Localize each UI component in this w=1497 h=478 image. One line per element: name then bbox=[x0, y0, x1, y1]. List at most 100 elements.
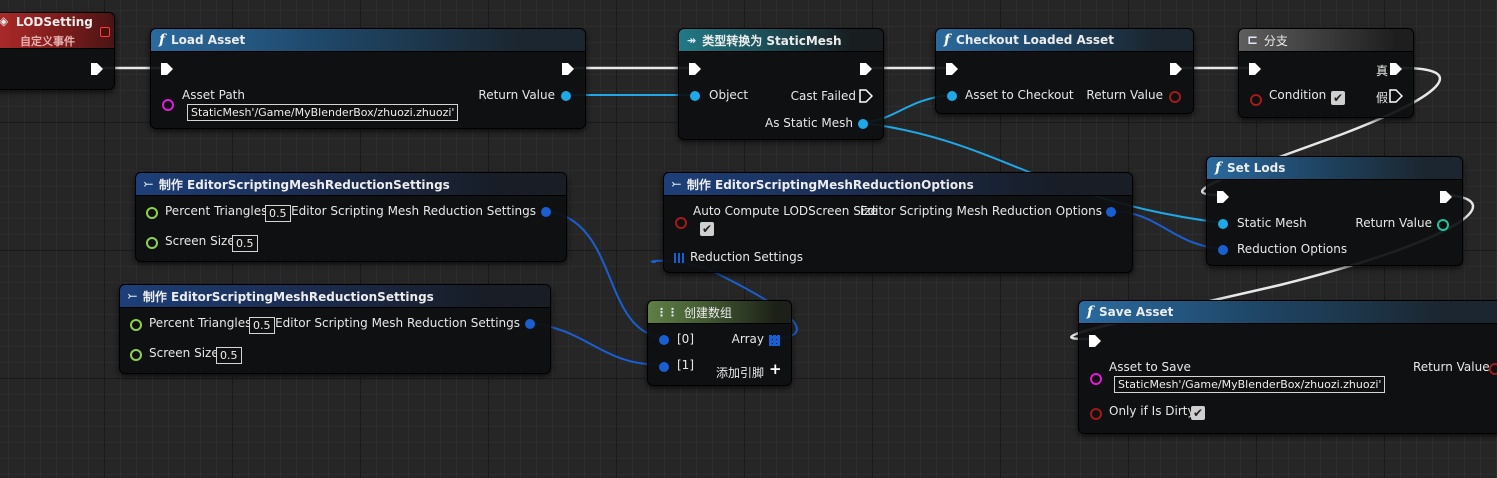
add-pin-label[interactable]: 添加引脚 bbox=[716, 364, 764, 381]
array-output-pin[interactable] bbox=[769, 335, 780, 346]
set-lods-title: Set Lods bbox=[1227, 161, 1286, 175]
return-value-pin[interactable] bbox=[561, 91, 571, 101]
exec-in-pin[interactable] bbox=[945, 62, 959, 76]
return-value-label: Return Value bbox=[1413, 360, 1490, 374]
save-asset-node[interactable]: f Save Asset Asset to Save StaticMesh'/Ga… bbox=[1078, 300, 1497, 434]
condition-checkbox[interactable]: ✔ bbox=[1331, 91, 1345, 105]
settings-output-pin[interactable] bbox=[541, 207, 551, 217]
exec-in-pin[interactable] bbox=[688, 62, 702, 76]
settings-output-label: Editor Scripting Mesh Reduction Settings bbox=[291, 204, 536, 218]
function-icon: f bbox=[1215, 160, 1222, 176]
checkout-node[interactable]: f Checkout Loaded Asset Asset to Checkout… bbox=[935, 28, 1194, 114]
exec-out-pin[interactable] bbox=[90, 62, 104, 76]
static-mesh-label: Static Mesh bbox=[1237, 216, 1307, 230]
return-value-label: Return Value bbox=[478, 88, 555, 102]
add-pin-icon[interactable]: + bbox=[769, 362, 782, 377]
event-delegate-pin[interactable] bbox=[100, 27, 110, 37]
make-array-title: 创建数组 bbox=[684, 305, 733, 320]
return-value-pin[interactable] bbox=[1169, 91, 1181, 103]
screen-size-label: Screen Size bbox=[165, 234, 235, 248]
screen-size-pin[interactable] bbox=[146, 237, 158, 249]
object-pin[interactable] bbox=[690, 91, 700, 101]
make-struct-icon: ⤚ bbox=[128, 289, 137, 302]
item-1-label: [1] bbox=[677, 358, 694, 372]
cast-title: 类型转换为 StaticMesh bbox=[702, 33, 842, 48]
custom-event-node[interactable]: ◈ LODSetting 自定义事件 bbox=[0, 12, 115, 90]
auto-compute-checkbox[interactable]: ✔ bbox=[700, 222, 714, 236]
reduction-settings-label: Reduction Settings bbox=[690, 250, 804, 264]
function-icon: f bbox=[159, 32, 166, 48]
branch-icon: ⊏ bbox=[1247, 32, 1258, 48]
exec-out-pin[interactable] bbox=[1169, 62, 1183, 76]
event-title: LODSetting bbox=[16, 15, 93, 29]
cast-icon: ↠ bbox=[687, 33, 697, 47]
make-settings-title: 制作 EditorScriptingMeshReductionSettings bbox=[158, 177, 450, 192]
cast-node[interactable]: ↠ 类型转换为 StaticMesh Object Cast Failed As … bbox=[678, 28, 884, 140]
return-value-label: Return Value bbox=[1086, 88, 1163, 102]
asset-to-save-label: Asset to Save bbox=[1109, 360, 1191, 374]
exec-out-pin[interactable] bbox=[561, 62, 575, 76]
exec-in-pin[interactable] bbox=[1248, 62, 1262, 76]
auto-compute-label: Auto Compute LODScreen Size bbox=[693, 204, 878, 218]
asset-to-checkout-pin[interactable] bbox=[947, 91, 957, 101]
screen-size-input[interactable]: 0.5 bbox=[216, 347, 242, 364]
options-output-pin[interactable] bbox=[1106, 207, 1116, 217]
make-struct-icon: ⤚ bbox=[672, 177, 681, 190]
percent-triangles-input[interactable]: 0.5 bbox=[249, 317, 275, 334]
load-asset-node[interactable]: f Load Asset Asset Path StaticMesh'/Game/… bbox=[150, 28, 586, 129]
item-1-pin[interactable] bbox=[659, 362, 669, 372]
save-asset-title: Save Asset bbox=[1099, 305, 1174, 319]
asset-to-save-input[interactable]: StaticMesh'/Game/MyBlenderBox/zhuozi.zhu… bbox=[1114, 376, 1386, 393]
return-value-pin[interactable] bbox=[1489, 363, 1497, 375]
item-0-pin[interactable] bbox=[659, 335, 669, 345]
item-0-label: [0] bbox=[677, 332, 694, 346]
exec-in-pin[interactable] bbox=[1216, 190, 1230, 204]
screen-size-label: Screen Size bbox=[149, 346, 219, 360]
percent-triangles-label: Percent Triangles bbox=[165, 204, 268, 218]
asset-to-save-pin[interactable] bbox=[1090, 373, 1102, 385]
asset-to-checkout-label: Asset to Checkout bbox=[965, 88, 1074, 102]
exec-out-pin[interactable] bbox=[1439, 190, 1453, 204]
make-settings-node-2[interactable]: ⤚ 制作 EditorScriptingMeshReductionSettings… bbox=[119, 284, 551, 374]
percent-triangles-pin[interactable] bbox=[146, 207, 158, 219]
as-static-mesh-pin[interactable] bbox=[858, 119, 868, 129]
screen-size-input[interactable]: 0.5 bbox=[232, 235, 258, 252]
reduction-options-pin[interactable] bbox=[1218, 245, 1228, 255]
make-struct-icon: ⤚ bbox=[144, 177, 153, 190]
make-options-title: 制作 EditorScriptingMeshReductionOptions bbox=[686, 177, 974, 192]
return-value-label: Return Value bbox=[1355, 216, 1432, 230]
reduction-options-label: Reduction Options bbox=[1237, 242, 1348, 256]
asset-path-pin[interactable] bbox=[162, 99, 174, 111]
reduction-settings-array-icon[interactable] bbox=[674, 253, 684, 263]
checkout-title: Checkout Loaded Asset bbox=[956, 33, 1114, 47]
static-mesh-pin[interactable] bbox=[1218, 219, 1228, 229]
make-array-node[interactable]: ⋮⋮ 创建数组 [0] Array [1] 添加引脚 + bbox=[647, 300, 792, 386]
only-if-dirty-pin[interactable] bbox=[1090, 408, 1102, 420]
exec-in-pin[interactable] bbox=[1088, 334, 1102, 348]
only-if-dirty-checkbox[interactable]: ✔ bbox=[1191, 406, 1205, 420]
auto-compute-pin[interactable] bbox=[675, 217, 687, 229]
cast-failed-pin[interactable] bbox=[859, 89, 873, 103]
percent-triangles-input[interactable]: 0.5 bbox=[265, 205, 291, 222]
as-static-mesh-label: As Static Mesh bbox=[765, 116, 853, 130]
make-settings-node-1[interactable]: ⤚ 制作 EditorScriptingMeshReductionSettings… bbox=[135, 172, 567, 262]
exec-out-pin[interactable] bbox=[859, 62, 873, 76]
array-grid-icon: ⋮⋮ bbox=[656, 305, 678, 319]
false-exec-pin[interactable] bbox=[1389, 89, 1403, 103]
load-asset-title: Load Asset bbox=[171, 33, 246, 47]
asset-path-input[interactable]: StaticMesh'/Game/MyBlenderBox/zhuozi.zhu… bbox=[187, 104, 459, 121]
make-settings-title: 制作 EditorScriptingMeshReductionSettings bbox=[142, 289, 434, 304]
event-diamond-icon: ◈ bbox=[0, 14, 9, 28]
event-header: ◈ LODSetting 自定义事件 bbox=[0, 13, 114, 49]
screen-size-pin[interactable] bbox=[130, 349, 142, 361]
condition-pin[interactable] bbox=[1250, 94, 1262, 106]
return-value-pin[interactable] bbox=[1437, 219, 1449, 231]
set-lods-node[interactable]: f Set Lods Static Mesh Return Value Reduc… bbox=[1206, 156, 1463, 266]
asset-path-label: Asset Path bbox=[182, 88, 245, 102]
exec-in-pin[interactable] bbox=[160, 62, 174, 76]
percent-triangles-pin[interactable] bbox=[130, 319, 142, 331]
make-options-node[interactable]: ⤚ 制作 EditorScriptingMeshReductionOptions … bbox=[663, 172, 1133, 273]
branch-node[interactable]: ⊏ 分支 真 Condition ✔ 假 bbox=[1238, 28, 1414, 118]
settings-output-pin[interactable] bbox=[525, 319, 535, 329]
true-exec-pin[interactable] bbox=[1389, 62, 1403, 76]
